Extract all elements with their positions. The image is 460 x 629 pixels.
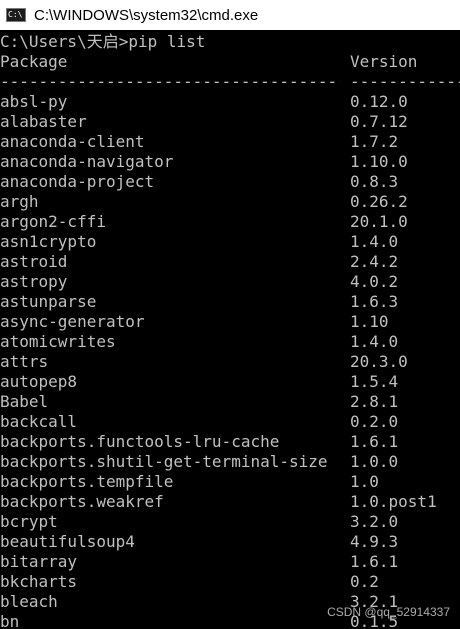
package-version: 1.0 (350, 472, 379, 491)
package-version: 0.2 (350, 572, 379, 591)
package-row: astroid 2.4.2 (0, 252, 460, 272)
package-version: 1.4.0 (350, 232, 399, 251)
package-row: backports.shutil-get-terminal-size 1.0.0 (0, 452, 460, 472)
separator-version: -------------- (350, 72, 460, 91)
package-row: async-generator 1.10 (0, 312, 460, 332)
package-version: 1.6.1 (350, 552, 399, 571)
watermark: CSDN @qq_52914337 (327, 605, 450, 619)
package-row: anaconda-project 0.8.3 (0, 172, 460, 192)
header-package: Package (0, 52, 68, 71)
package-name: astropy (0, 272, 68, 291)
package-version: 0.2.0 (350, 412, 399, 431)
package-row: astunparse 1.6.3 (0, 292, 460, 312)
package-version: 1.0.0 (350, 452, 399, 471)
package-version: 2.4.2 (350, 252, 399, 271)
package-row: autopep8 1.5.4 (0, 372, 460, 392)
package-row: bcrypt 3.2.0 (0, 512, 460, 532)
package-row: argon2-cffi 20.1.0 (0, 212, 460, 232)
package-name: argh (0, 192, 39, 211)
package-version: 1.4.0 (350, 332, 399, 351)
package-version: 1.6.3 (350, 292, 399, 311)
package-version: 3.2.0 (350, 512, 399, 531)
package-name: autopep8 (0, 372, 78, 391)
package-row: Babel 2.8.1 (0, 392, 460, 412)
window-titlebar[interactable]: C:\ C:\WINDOWS\system32\cmd.exe (0, 0, 460, 30)
package-version: 0.8.3 (350, 172, 399, 191)
package-list: absl-py 0.12.0 alabaster 0.7.12 anaconda-cli… (0, 92, 460, 629)
package-version: 1.7.2 (350, 132, 399, 151)
package-name: anaconda-project (0, 172, 155, 191)
package-name: alabaster (0, 112, 87, 131)
package-name: astroid (0, 252, 68, 271)
package-name: atomicwrites (0, 332, 116, 351)
package-row: backports.functools-lru-cache 1.6.1 (0, 432, 460, 452)
package-row: attrs 20.3.0 (0, 352, 460, 372)
package-name: backcall (0, 412, 78, 431)
package-row: argh 0.26.2 (0, 192, 460, 212)
separator-package: ----------------------------------------… (0, 72, 340, 91)
package-name: bn (0, 612, 20, 629)
prompt-command: C:\Users\天启>pip list (0, 32, 206, 51)
separator-row: ----------------------------------- -----… (0, 72, 460, 92)
package-row: asn1crypto 1.4.0 (0, 232, 460, 252)
package-version: 2.8.1 (350, 392, 399, 411)
package-row: backcall 0.2.0 (0, 412, 460, 432)
package-name: backports.shutil-get-terminal-size (0, 452, 328, 471)
package-row: bitarray 1.6.1 (0, 552, 460, 572)
package-name: bcrypt (0, 512, 58, 531)
package-name: astunparse (0, 292, 97, 311)
package-name: backports.functools-lru-cache (0, 432, 280, 451)
package-name: argon2-cffi (0, 212, 106, 231)
package-version: 1.0.post1 (350, 492, 437, 511)
package-row: alabaster 0.7.12 (0, 112, 460, 132)
package-name: attrs (0, 352, 49, 371)
package-name: bkcharts (0, 572, 78, 591)
package-name: bleach (0, 592, 58, 611)
prompt-line: C:\Users\天启>pip list (0, 32, 460, 52)
package-name: asn1crypto (0, 232, 97, 251)
header-version: Version (350, 52, 418, 71)
package-name: bitarray (0, 552, 78, 571)
terminal-output[interactable]: C:\Users\天启>pip list Package Version ---… (0, 32, 460, 629)
package-row: anaconda-navigator 1.10.0 (0, 152, 460, 172)
package-row: backports.weakref 1.0.post1 (0, 492, 460, 512)
package-row: absl-py 0.12.0 (0, 92, 460, 112)
package-row: astropy 4.0.2 (0, 272, 460, 292)
package-version: 1.6.1 (350, 432, 399, 451)
package-version: 1.10.0 (350, 152, 408, 171)
package-version: 4.0.2 (350, 272, 399, 291)
package-name: beautifulsoup4 (0, 532, 135, 551)
package-row: atomicwrites 1.4.0 (0, 332, 460, 352)
package-version: 0.7.12 (350, 112, 408, 131)
package-name: Babel (0, 392, 49, 411)
package-version: 20.1.0 (350, 212, 408, 231)
package-name: backports.tempfile (0, 472, 174, 491)
package-name: anaconda-client (0, 132, 145, 151)
cmd-icon: C:\ (6, 8, 26, 22)
package-name: anaconda-navigator (0, 152, 174, 171)
package-name: absl-py (0, 92, 68, 111)
package-row: beautifulsoup4 4.9.3 (0, 532, 460, 552)
window-title: C:\WINDOWS\system32\cmd.exe (34, 6, 259, 24)
package-version: 0.26.2 (350, 192, 408, 211)
package-version: 1.10 (350, 312, 389, 331)
package-version: 20.3.0 (350, 352, 408, 371)
package-name: async-generator (0, 312, 145, 331)
package-row: anaconda-client 1.7.2 (0, 132, 460, 152)
package-name: backports.weakref (0, 492, 164, 511)
package-row: backports.tempfile 1.0 (0, 472, 460, 492)
package-row: bkcharts 0.2 (0, 572, 460, 592)
header-row: Package Version (0, 52, 460, 72)
package-version: 1.5.4 (350, 372, 399, 391)
package-version: 0.12.0 (350, 92, 408, 111)
package-version: 4.9.3 (350, 532, 399, 551)
